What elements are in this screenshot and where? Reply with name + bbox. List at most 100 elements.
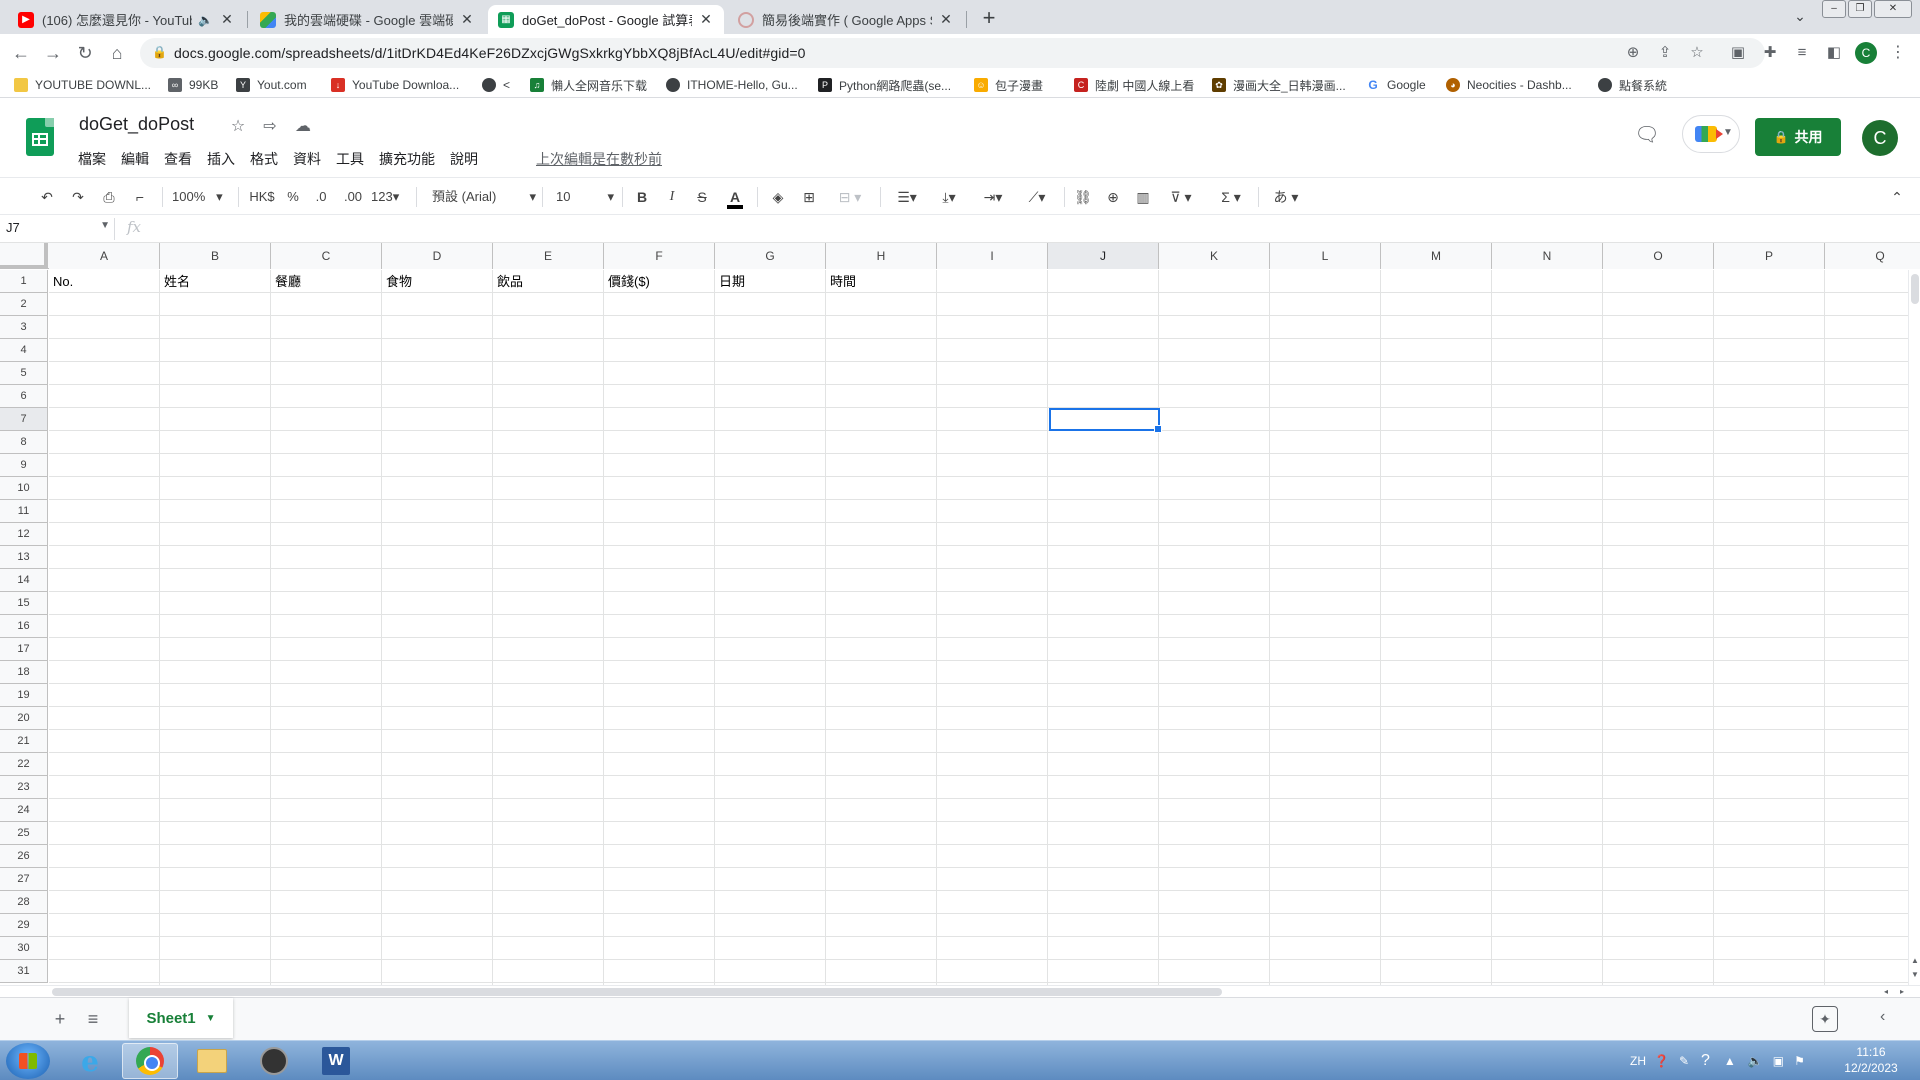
- text-rotation-icon[interactable]: ⟋▾: [1019, 187, 1055, 207]
- italic-button[interactable]: I: [662, 187, 682, 207]
- bookmark-item[interactable]: P Python網路爬蟲(se...: [818, 76, 951, 94]
- row-header[interactable]: 25: [0, 822, 48, 845]
- row-header[interactable]: 19: [0, 684, 48, 707]
- format-currency-button[interactable]: HK$: [245, 187, 279, 207]
- text-color-button[interactable]: A: [723, 187, 747, 209]
- row-header[interactable]: 1: [0, 270, 48, 293]
- column-header-i[interactable]: I: [937, 243, 1048, 269]
- sheet-tab-sheet1[interactable]: Sheet1 ▼: [129, 998, 233, 1038]
- row-header[interactable]: 20: [0, 707, 48, 730]
- column-header-f[interactable]: F: [604, 243, 715, 269]
- scroll-thumb[interactable]: [1911, 274, 1919, 304]
- row-header[interactable]: 22: [0, 753, 48, 776]
- minimize-button[interactable]: –: [1822, 0, 1846, 18]
- taskbar-file-explorer[interactable]: [184, 1043, 240, 1079]
- account-avatar[interactable]: C: [1862, 120, 1898, 156]
- horizontal-scrollbar[interactable]: ◂ ▸: [0, 985, 1920, 997]
- comment-history-icon[interactable]: 🗨: [1633, 122, 1661, 150]
- close-icon[interactable]: ✕: [219, 11, 235, 28]
- undo-icon[interactable]: ↶: [36, 187, 58, 207]
- bookmark-item[interactable]: C 陸劇 中國人線上看: [1074, 76, 1194, 94]
- bookmark-item[interactable]: ✿ 漫画大全_日韩漫画...: [1212, 76, 1346, 94]
- bookmark-item[interactable]: ◕ Neocities - Dashb...: [1446, 76, 1572, 94]
- tab-search-chevron-icon[interactable]: ⌄: [1790, 8, 1810, 25]
- menu-tools[interactable]: 工具: [336, 149, 364, 169]
- bookmark-item[interactable]: ∞ 99KB: [168, 76, 218, 94]
- paint-format-icon[interactable]: ⌐: [129, 187, 151, 207]
- chevron-left-icon[interactable]: ‹: [1880, 1008, 1885, 1026]
- spreadsheet-grid[interactable]: ABCDEFGHIJKLMNOPQ 1 2 3 4 5 6 7 8 9 10 11 12 13 14 15 1…: [0, 243, 1920, 985]
- row-header[interactable]: 31: [0, 960, 48, 983]
- share-button[interactable]: 🔒 共用: [1755, 118, 1841, 156]
- column-header-e[interactable]: E: [493, 243, 604, 269]
- pen-icon[interactable]: ✎: [1679, 1054, 1689, 1068]
- select-all-corner[interactable]: [0, 243, 48, 269]
- forward-arrow-icon[interactable]: →: [42, 42, 64, 64]
- collapse-menus-chevron-icon[interactable]: ⌃: [1886, 187, 1908, 207]
- browser-tab-apps-script[interactable]: 簡易後端實作 ( Google Apps Sc ✕: [728, 5, 964, 34]
- strikethrough-button[interactable]: S: [692, 187, 712, 207]
- horizontal-align-icon[interactable]: ☰▾: [890, 187, 924, 207]
- filter-icon[interactable]: ⊽ ▾: [1162, 187, 1200, 207]
- column-header-o[interactable]: O: [1603, 243, 1714, 269]
- name-box[interactable]: J7 ▼: [6, 220, 110, 235]
- format-percent-button[interactable]: %: [284, 187, 302, 207]
- column-header-k[interactable]: K: [1159, 243, 1270, 269]
- last-edit-link[interactable]: 上次編輯是在數秒前: [536, 149, 662, 169]
- row-header[interactable]: 21: [0, 730, 48, 753]
- menu-edit[interactable]: 編輯: [121, 149, 149, 169]
- row-header[interactable]: 3: [0, 316, 48, 339]
- row-header[interactable]: 23: [0, 776, 48, 799]
- taskbar-chrome[interactable]: [122, 1043, 178, 1079]
- increase-decimal-button[interactable]: .00: [339, 187, 367, 207]
- cell-c1[interactable]: 餐廳: [271, 270, 382, 293]
- column-header-h[interactable]: H: [826, 243, 937, 269]
- print-icon[interactable]: ⎙: [98, 187, 120, 207]
- row-header[interactable]: 9: [0, 454, 48, 477]
- system-clock[interactable]: 11:16 12/2/2023: [1832, 1044, 1910, 1076]
- merge-cells-icon[interactable]: ⊟ ▾: [830, 187, 870, 207]
- row-header[interactable]: 14: [0, 569, 48, 592]
- cell-g1[interactable]: 日期: [715, 270, 826, 293]
- menu-file[interactable]: 檔案: [78, 149, 106, 169]
- explore-icon[interactable]: ✦: [1812, 1006, 1838, 1032]
- bookmark-item[interactable]: ☺ 包子漫畫: [974, 76, 1043, 94]
- decrease-decimal-button[interactable]: .0: [309, 187, 333, 207]
- meet-button[interactable]: ▼: [1682, 115, 1740, 153]
- zoom-icon[interactable]: ⊕: [1623, 43, 1643, 61]
- cell-h1[interactable]: 時間: [826, 270, 937, 293]
- new-tab-button[interactable]: +: [975, 5, 1003, 33]
- sheets-logo-icon[interactable]: [26, 118, 54, 156]
- row-header[interactable]: 28: [0, 891, 48, 914]
- caret-down-icon[interactable]: ▼: [206, 1013, 216, 1024]
- column-header-d[interactable]: D: [382, 243, 493, 269]
- column-header-c[interactable]: C: [271, 243, 382, 269]
- scroll-down-icon[interactable]: ▼: [1910, 970, 1920, 979]
- taskbar-media-player[interactable]: [246, 1043, 302, 1079]
- taskbar-internet-explorer[interactable]: e: [62, 1043, 118, 1079]
- row-header[interactable]: 4: [0, 339, 48, 362]
- bookmark-item[interactable]: <: [482, 76, 510, 94]
- row-header[interactable]: 26: [0, 845, 48, 868]
- share-page-icon[interactable]: ⇪: [1655, 43, 1675, 61]
- vertical-scrollbar[interactable]: ▲ ▼: [1908, 270, 1920, 985]
- vertical-align-icon[interactable]: ⤓▾: [932, 187, 966, 207]
- row-header[interactable]: 10: [0, 477, 48, 500]
- close-icon[interactable]: ✕: [459, 11, 475, 28]
- restore-button[interactable]: ❐: [1848, 0, 1872, 18]
- reload-icon[interactable]: ↻: [74, 42, 96, 64]
- column-header-j[interactable]: J: [1048, 243, 1159, 269]
- close-icon[interactable]: ✕: [938, 11, 954, 28]
- ime-indicator[interactable]: ZH: [1630, 1054, 1646, 1068]
- add-sheet-icon[interactable]: +: [48, 1007, 72, 1031]
- document-title[interactable]: doGet_doPost: [79, 114, 194, 135]
- menu-extensions[interactable]: 擴充功能: [379, 149, 435, 169]
- bookmark-item[interactable]: ↓ YouTube Downloa...: [331, 76, 459, 94]
- bookmark-item[interactable]: ITHOME-Hello, Gu...: [666, 76, 798, 94]
- functions-icon[interactable]: Σ ▾: [1212, 187, 1250, 207]
- row-header[interactable]: 11: [0, 500, 48, 523]
- move-folder-icon[interactable]: ⇨: [260, 116, 280, 136]
- bookmark-item[interactable]: Y Yout.com: [236, 76, 307, 94]
- row-header[interactable]: 29: [0, 914, 48, 937]
- text-wrapping-icon[interactable]: ⇥▾: [975, 187, 1011, 207]
